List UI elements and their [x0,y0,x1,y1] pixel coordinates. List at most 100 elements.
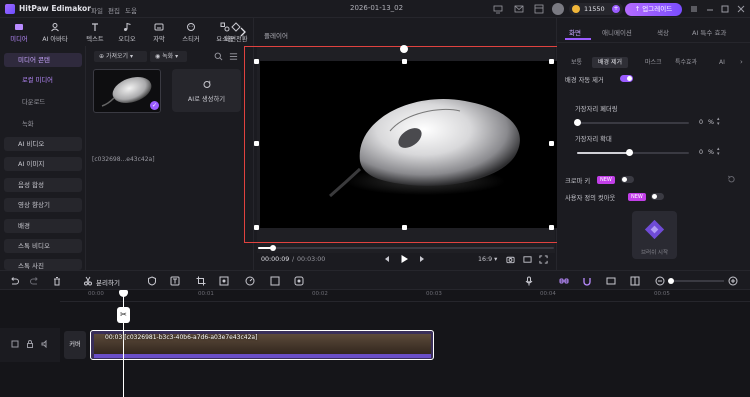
resize-handle-bl[interactable] [254,225,259,230]
freeze-icon[interactable] [219,276,229,286]
nav-ai-image[interactable]: AI 이미지 [4,157,82,171]
resize-handle-tl[interactable] [254,59,259,64]
nav-media-content[interactable]: 미디어 콘텐 [4,53,82,67]
play-icon[interactable] [400,254,409,264]
mail-icon[interactable] [514,4,524,14]
record-dropdown[interactable]: ◉ 녹화 ▾ [150,51,187,62]
microphone-icon[interactable] [524,276,534,286]
search-icon[interactable] [214,52,223,61]
quality-icon[interactable] [523,255,532,264]
maximize-icon[interactable] [720,4,730,14]
video-clip[interactable]: 00:03 [c0326981-b3c3-40b6-a7d6-a03e7e43c… [90,330,434,360]
resize-handle-br[interactable] [549,225,554,230]
fullscreen-icon[interactable] [539,255,548,264]
tab-sticker[interactable]: 스티커 [174,21,208,45]
close-icon[interactable] [736,4,746,14]
subtab-ai[interactable]: AI [713,57,731,68]
nav-speech-synthesis[interactable]: 음성 합성 [4,178,82,192]
credits-badge[interactable]: 11550 + [569,3,623,15]
nav-record[interactable]: 녹화 [22,119,34,128]
redo-icon[interactable] [30,276,40,286]
nav-video-enhancer[interactable]: 영상 향상기 [4,198,82,212]
monitor-icon[interactable] [493,4,503,14]
layout-icon[interactable] [534,4,544,14]
tab-subtitle[interactable]: 자막 [142,21,176,45]
subtab-effects[interactable]: 특수효과 [669,57,703,68]
ai-tool-icon[interactable] [294,276,304,286]
media-thumbnail[interactable]: ✓ [93,69,161,113]
custom-cutout-toggle[interactable] [651,193,664,200]
tab-audio[interactable]: 오디오 [110,21,144,45]
zoom-slider[interactable] [668,278,724,284]
zoom-out-icon[interactable] [655,276,665,286]
chroma-key-toggle[interactable] [621,176,634,183]
nav-stock-video[interactable]: 스톡 비디오 [4,239,82,253]
nav-background[interactable]: 배경 [4,219,82,233]
tab-transition[interactable]: 화면전환 [220,21,252,45]
track-settings-icon[interactable] [606,276,616,286]
tab-text[interactable]: 텍스트 [78,21,112,45]
resize-handle-right[interactable] [549,141,554,146]
zoom-in-icon[interactable] [728,276,738,286]
stepper-icon[interactable]: ▴ ▾ [717,117,720,127]
menu-icon[interactable] [689,4,699,14]
lock-icon[interactable] [26,340,34,348]
reset-icon[interactable] [727,175,736,184]
nav-stock-photo[interactable]: 스톡 사진 [4,259,82,270]
resize-handle-tr[interactable] [549,59,554,64]
resize-handle-bottom[interactable] [402,225,407,230]
cover-button[interactable]: 커버 [64,331,86,359]
magnet-icon[interactable] [582,276,592,286]
list-view-icon[interactable] [229,52,238,61]
import-dropdown[interactable]: ⊕ 가져오기 ▾ [94,51,147,62]
playback-track[interactable] [258,247,554,249]
edge-expand-slider[interactable] [577,149,689,156]
chevron-right-icon[interactable] [239,27,247,37]
screenshot-icon[interactable] [270,276,280,286]
stepper-icon[interactable]: ▴ ▾ [717,147,720,157]
timeline-ruler[interactable]: 00:00 00:01 00:02 00:03 00:04 00:05 [60,290,750,302]
scissors-icon[interactable] [83,276,93,286]
split-button[interactable]: 분리하기 [96,277,120,287]
tab-screen[interactable]: 화면 [569,27,581,37]
track-toggle-icon[interactable] [11,340,19,348]
tab-media[interactable]: 미디어 [2,21,36,45]
aspect-ratio-select[interactable]: 16:9 ▾ [478,256,497,263]
nav-ai-video[interactable]: AI 비디오 [4,137,82,151]
selection-box[interactable] [244,45,562,243]
bg-auto-remove-toggle[interactable] [620,75,633,82]
prev-frame-icon[interactable] [383,255,391,263]
shield-icon[interactable] [147,276,157,286]
ai-generate-card[interactable]: AI로 생성하기 [172,69,241,112]
undo-icon[interactable] [9,276,19,286]
speaker-icon[interactable] [41,340,49,348]
text-tool-icon[interactable] [170,276,180,286]
nav-local-media[interactable]: 로컬 미디어 [22,75,53,84]
menu-edit[interactable]: 편집 [108,5,120,15]
minimize-icon[interactable] [705,4,715,14]
upgrade-button[interactable]: ↑ 업그레이드 [625,3,682,16]
tab-animation[interactable]: 애니메이션 [602,27,632,37]
tab-ai-effects[interactable]: AI 특수 효과 [692,27,726,37]
tab-color[interactable]: 색상 [657,27,669,37]
delete-icon[interactable] [52,276,62,286]
next-frame-icon[interactable] [418,255,426,263]
resize-handle-left[interactable] [254,141,259,146]
resize-handle-top[interactable] [402,59,407,64]
speed-icon[interactable] [245,276,255,286]
edge-expand-value[interactable]: 0 [699,149,703,156]
tab-ai-avatar[interactable]: AI 아바타 [38,21,72,45]
crop-icon[interactable] [196,276,206,286]
avatar[interactable] [552,3,564,15]
split-marker-scissors-icon[interactable]: ✂ [117,307,130,323]
add-credits-icon[interactable]: + [612,5,620,13]
menu-help[interactable]: 도움 [125,5,137,15]
subtab-normal[interactable]: 보통 [565,57,588,68]
brush-start-card[interactable]: 브러쉬 시작 [632,211,677,259]
rotate-handle-icon[interactable] [400,45,408,53]
menu-file[interactable]: 파일 [91,5,103,15]
link-icon[interactable] [559,276,569,286]
subtab-mask[interactable]: 마스크 [639,57,668,68]
edge-feather-slider[interactable] [574,119,689,126]
subtab-bg-remove[interactable]: 배경 제거 [592,57,628,68]
